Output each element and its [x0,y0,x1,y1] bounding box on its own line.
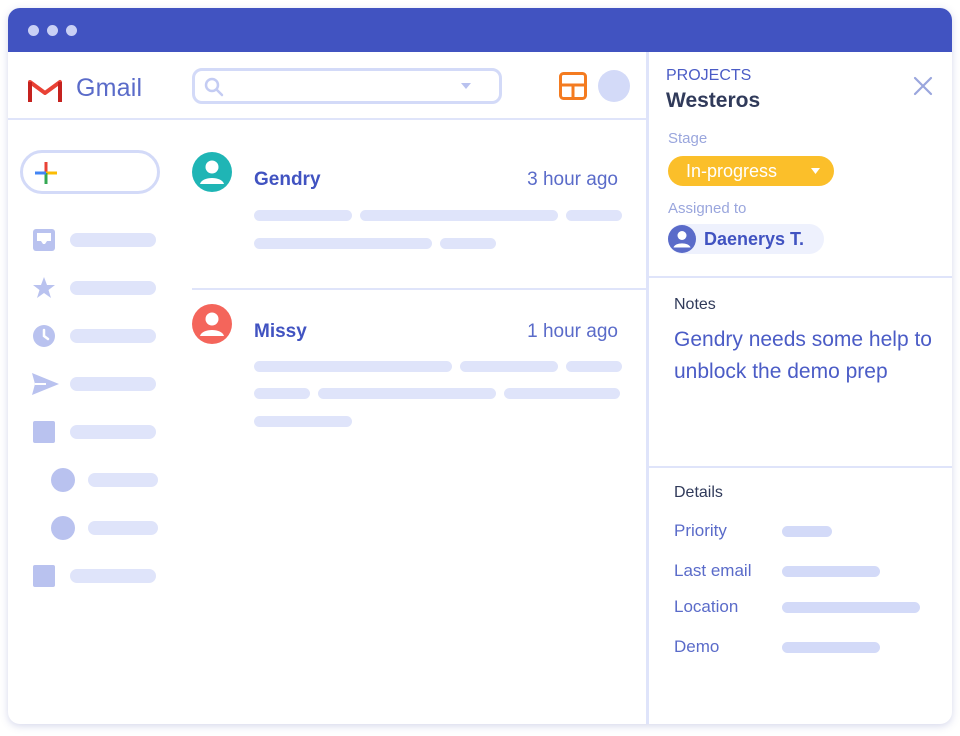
message-preview-line [254,210,352,221]
detail-last-email-value[interactable] [782,566,880,577]
detail-location-value[interactable] [782,602,920,613]
window-dot-minimize[interactable] [47,25,58,36]
detail-location-label: Location [674,597,739,616]
notes-label: Notes [674,296,716,313]
square-icon[interactable] [32,420,56,444]
message-preview-line [254,361,452,372]
stage-value: In-progress [686,161,778,181]
sidebar-subitem[interactable] [88,521,158,535]
message-preview-line [566,361,622,372]
window-dot-maximize[interactable] [66,25,77,36]
notes-text[interactable]: Gendry needs some help to unblock the de… [674,324,944,388]
circle-icon[interactable] [51,468,75,492]
gmail-pane: Gmail Gendry 3 hour ago Missy 1 hour ago [8,52,646,724]
sidebar-item-starred[interactable] [70,281,156,295]
person-icon [668,225,696,253]
star-icon[interactable] [32,276,56,300]
gmail-logo-icon[interactable] [28,78,62,102]
message-preview-line [254,238,432,249]
dropdown-caret-icon[interactable] [461,83,471,90]
panel-section-label: PROJECTS [666,67,752,84]
search-bar[interactable] [192,68,502,104]
section-divider [649,276,952,278]
project-name: Westeros [666,89,761,112]
section-divider [649,466,952,468]
assigned-label: Assigned to [668,200,747,217]
circle-icon[interactable] [51,516,75,540]
user-avatar[interactable] [598,70,630,102]
sidebar-item-sent[interactable] [70,377,156,391]
square-icon[interactable] [32,564,56,588]
detail-priority-label: Priority [674,521,727,540]
detail-demo-label: Demo [674,637,720,656]
sidebar-item-snoozed[interactable] [70,329,156,343]
window-dot-close[interactable] [28,25,39,36]
sidebar-subitem[interactable] [88,473,158,487]
message-preview-line [566,210,622,221]
message-preview-line [460,361,558,372]
project-panel: PROJECTS Westeros Stage In-progress Assi… [649,52,952,724]
message-preview-line [254,416,352,427]
layout-icon[interactable] [559,72,587,100]
send-icon[interactable] [32,372,60,396]
assignee-name: Daenerys T. [704,229,805,249]
message-preview-line [254,388,310,399]
search-icon [204,77,224,97]
gmail-topbar: Gmail [8,52,646,120]
detail-last-email-label: Last email [674,561,752,580]
message-time: 3 hour ago [527,169,618,190]
sidebar-item-folder[interactable] [70,425,156,439]
plus-icon [35,162,57,184]
search-input[interactable] [229,75,449,97]
message-preview-line [504,388,620,399]
detail-demo-value[interactable] [782,642,880,653]
close-icon[interactable] [913,76,933,96]
message-preview-line [440,238,496,249]
detail-priority-value[interactable] [782,526,832,537]
stage-label: Stage [668,130,708,147]
window-titlebar [8,8,952,52]
clock-icon[interactable] [32,324,56,348]
message-sender: Gendry [254,169,321,190]
message-divider [192,288,646,290]
message-preview-line [360,210,558,221]
message-preview-line [318,388,496,399]
chevron-down-icon [811,168,820,174]
compose-button[interactable] [20,150,160,194]
assignee-chip[interactable]: Daenerys T. [668,224,824,254]
details-label: Details [674,484,723,501]
message-sender: Missy [254,321,307,342]
sidebar-item-folder[interactable] [70,569,156,583]
person-icon [192,152,232,192]
app-name: Gmail [76,74,143,102]
message-time: 1 hour ago [527,321,618,342]
stage-dropdown[interactable]: In-progress [668,156,834,186]
sidebar-item-inbox[interactable] [70,233,156,247]
app-window: Gmail Gendry 3 hour ago Missy 1 hour ago… [8,8,952,724]
inbox-icon[interactable] [32,228,56,252]
person-icon [192,304,232,344]
